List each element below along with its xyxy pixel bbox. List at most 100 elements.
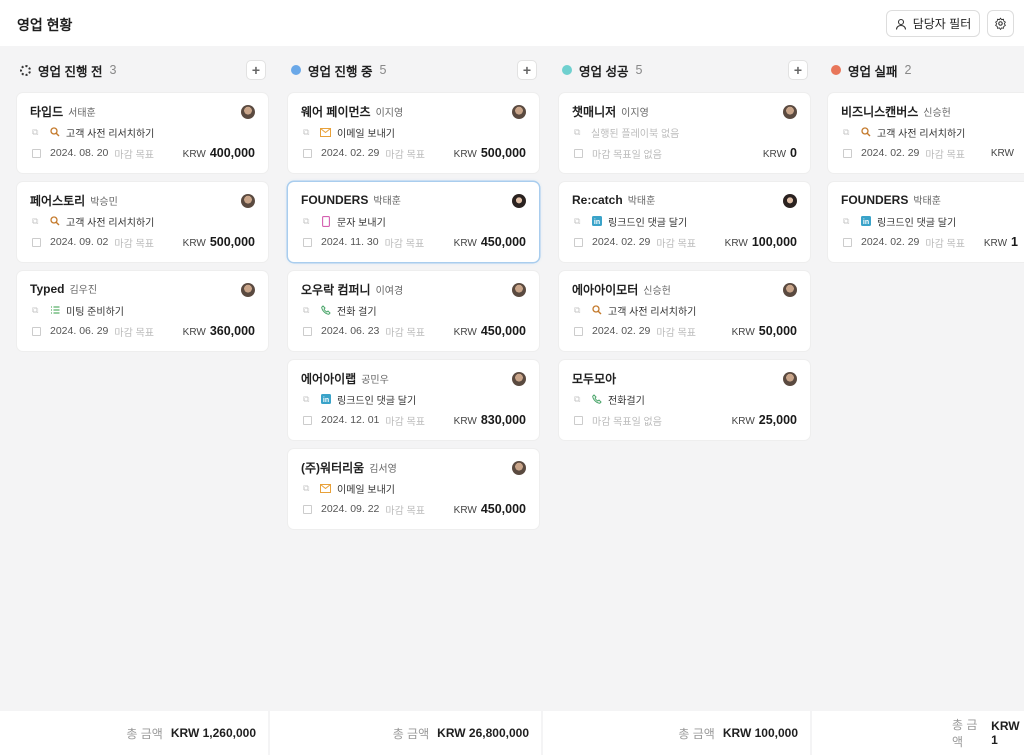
playbook-icon: ⧉ bbox=[303, 126, 310, 137]
currency: KRW bbox=[453, 505, 477, 516]
activity-label: 링크드인 댓글 달기 bbox=[337, 395, 417, 407]
owner-name: 박태훈 bbox=[913, 196, 941, 207]
playbook-icon: ⧉ bbox=[574, 304, 581, 315]
deal-card[interactable]: 페어스토리 박승민 ⧉ 고객 사전 리서치하기 2024. 09. 02 마감 … bbox=[17, 182, 268, 262]
linkedin-icon: in bbox=[320, 394, 331, 405]
due-date-label: 마감 목표 bbox=[925, 149, 965, 161]
currency: KRW bbox=[453, 149, 477, 160]
owner-name: 이지영 bbox=[375, 108, 404, 119]
plus-icon: + bbox=[793, 62, 803, 78]
calendar-icon bbox=[32, 326, 41, 336]
owner-name: 김우진 bbox=[69, 285, 98, 296]
owner-filter-label: 담당자 필터 bbox=[912, 17, 972, 31]
avatar bbox=[783, 194, 797, 208]
status-dot-icon bbox=[562, 65, 572, 75]
total-label: 총 금액 bbox=[952, 718, 978, 749]
owner-name: 공민우 bbox=[361, 375, 389, 386]
activity-label: 전화걸기 bbox=[608, 395, 645, 407]
due-date-label: 마감 목표 bbox=[925, 238, 965, 250]
settings-button[interactable] bbox=[987, 10, 1014, 37]
deal-amount: 500,000 bbox=[209, 235, 255, 249]
avatar bbox=[783, 372, 797, 386]
plus-icon: + bbox=[522, 62, 532, 78]
due-date: 2024. 02. 29 bbox=[861, 236, 920, 248]
playbook-icon: ⧉ bbox=[303, 304, 310, 315]
deal-card[interactable]: 모두모아 ⧉ 전화걸기 마감 목표일 없음 KRW 25,000 bbox=[559, 360, 810, 440]
deal-card[interactable]: 에어아이랩 공민우 ⧉ in 링크드인 댓글 달기 2024. 12. 01 마… bbox=[288, 360, 539, 440]
avatar bbox=[512, 461, 526, 475]
column-1: 영업 진행 중 5 + 웨어 페이먼츠 이지영 ⧉ 이메일 보내기 2024. … bbox=[288, 46, 539, 711]
add-card-button[interactable]: + bbox=[246, 60, 266, 80]
company-name: 에아아이모터 bbox=[572, 283, 639, 297]
top-bar: 영업 현황 담당자 필터 bbox=[0, 0, 1024, 46]
due-date: 2024. 02. 29 bbox=[592, 236, 651, 248]
deal-card[interactable]: 오우락 컴퍼니 이여경 ⧉ 전화 걸기 2024. 06. 23 마감 목표 K… bbox=[288, 271, 539, 351]
deal-card[interactable]: 챗매니저 이지영 ⧉ 실행된 플레이북 없음 마감 목표일 없음 KRW 0 bbox=[559, 93, 810, 173]
deal-card[interactable]: (주)워터리움 김서영 ⧉ 이메일 보내기 2024. 09. 22 마감 목표… bbox=[288, 449, 539, 529]
add-card-button[interactable]: + bbox=[517, 60, 537, 80]
avatar bbox=[241, 105, 255, 119]
due-date-label: 마감 목표 bbox=[114, 327, 154, 339]
deal-card[interactable]: FOUNDERS 박태훈 ⧉ 문자 보내기 2024. 11. 30 마감 목표… bbox=[288, 182, 539, 262]
currency: KRW bbox=[182, 327, 206, 338]
column-title: 영업 진행 전 bbox=[38, 64, 103, 79]
deal-card[interactable]: 웨어 페이먼츠 이지영 ⧉ 이메일 보내기 2024. 02. 29 마감 목표… bbox=[288, 93, 539, 173]
deal-card[interactable]: Re:catch 박태훈 ⧉ in 링크드인 댓글 달기 2024. 02. 2… bbox=[559, 182, 810, 262]
deal-card[interactable]: 타입드 서태훈 ⧉ 고객 사전 리서치하기 2024. 08. 20 마감 목표… bbox=[17, 93, 268, 173]
avatar bbox=[512, 372, 526, 386]
company-name: Typed bbox=[30, 282, 65, 296]
phone-icon bbox=[320, 305, 331, 316]
svg-text:in: in bbox=[593, 219, 599, 226]
deal-card[interactable]: 에아아이모터 신승헌 ⧉ 고객 사전 리서치하기 2024. 02. 29 마감… bbox=[559, 271, 810, 351]
column-count: 5 bbox=[379, 63, 387, 77]
owner-name: 이지영 bbox=[621, 108, 649, 119]
column-total: 총 금액 KRW 100,000 bbox=[543, 711, 810, 755]
playbook-icon: ⧉ bbox=[303, 482, 310, 493]
spinner-icon bbox=[20, 64, 31, 76]
user-icon bbox=[895, 18, 906, 30]
due-date: 2024. 09. 22 bbox=[321, 503, 380, 515]
column-total: 총 금액 KRW 1 bbox=[812, 711, 1024, 755]
avatar bbox=[241, 283, 255, 297]
playbook-icon: ⧉ bbox=[32, 215, 39, 226]
add-card-button[interactable]: + bbox=[788, 60, 808, 80]
column-title: 영업 진행 중 bbox=[308, 64, 373, 79]
due-date: 2024. 08. 20 bbox=[50, 147, 109, 159]
total-amount: KRW 100,000 bbox=[722, 726, 798, 740]
playbook-icon: ⧉ bbox=[574, 126, 581, 137]
owner-name: 박승민 bbox=[90, 197, 118, 208]
currency: KRW bbox=[724, 238, 748, 249]
playbook-icon: ⧉ bbox=[574, 393, 581, 404]
due-date-label: 마감 목표 bbox=[656, 238, 696, 250]
deal-amount: 400,000 bbox=[209, 146, 255, 160]
column-count: 2 bbox=[904, 63, 912, 77]
calendar-icon bbox=[303, 326, 312, 336]
currency: KRW bbox=[453, 416, 477, 427]
deal-amount: 25,000 bbox=[758, 413, 797, 427]
activity-label: 고객 사전 리서치하기 bbox=[66, 128, 155, 140]
calendar-icon bbox=[303, 237, 312, 247]
due-date-label: 마감 목표 bbox=[385, 416, 425, 428]
total-label: 총 금액 bbox=[392, 726, 430, 741]
playbook-icon: ⧉ bbox=[843, 215, 850, 226]
owner-filter-button[interactable]: 담당자 필터 bbox=[886, 10, 980, 37]
company-name: 웨어 페이먼츠 bbox=[301, 105, 371, 119]
mail-icon bbox=[320, 127, 331, 138]
activity-label: 링크드인 댓글 달기 bbox=[608, 217, 688, 229]
currency: KRW bbox=[453, 327, 477, 338]
status-dot-icon bbox=[831, 65, 841, 75]
page-title: 영업 현황 bbox=[17, 17, 73, 33]
total-amount: KRW 26,800,000 bbox=[437, 726, 529, 740]
phone-message-icon bbox=[320, 215, 331, 227]
calendar-icon bbox=[574, 237, 583, 247]
deal-card[interactable]: Typed 김우진 ⧉ 미팅 준비하기 2024. 06. 29 마감 목표 K… bbox=[17, 271, 268, 351]
deal-card[interactable]: FOUNDERS 박태훈 ⧉ in 링크드인 댓글 달기 2024. 02. 2… bbox=[828, 182, 1024, 262]
due-date: 2024. 06. 23 bbox=[321, 325, 380, 337]
currency: KRW bbox=[731, 416, 755, 427]
deal-card[interactable]: 비즈니스캔버스 신승헌 ⧉ 고객 사전 리서치하기 2024. 02. 29 마… bbox=[828, 93, 1024, 173]
column-3: 영업 실패 2 비즈니스캔버스 신승헌 ⧉ 고객 사전 리서치하기 2024. … bbox=[828, 46, 1024, 711]
owner-name: 신승헌 bbox=[923, 108, 951, 119]
svg-text:in: in bbox=[322, 397, 328, 404]
playbook-icon: ⧉ bbox=[303, 393, 310, 404]
currency: KRW bbox=[983, 238, 1008, 249]
